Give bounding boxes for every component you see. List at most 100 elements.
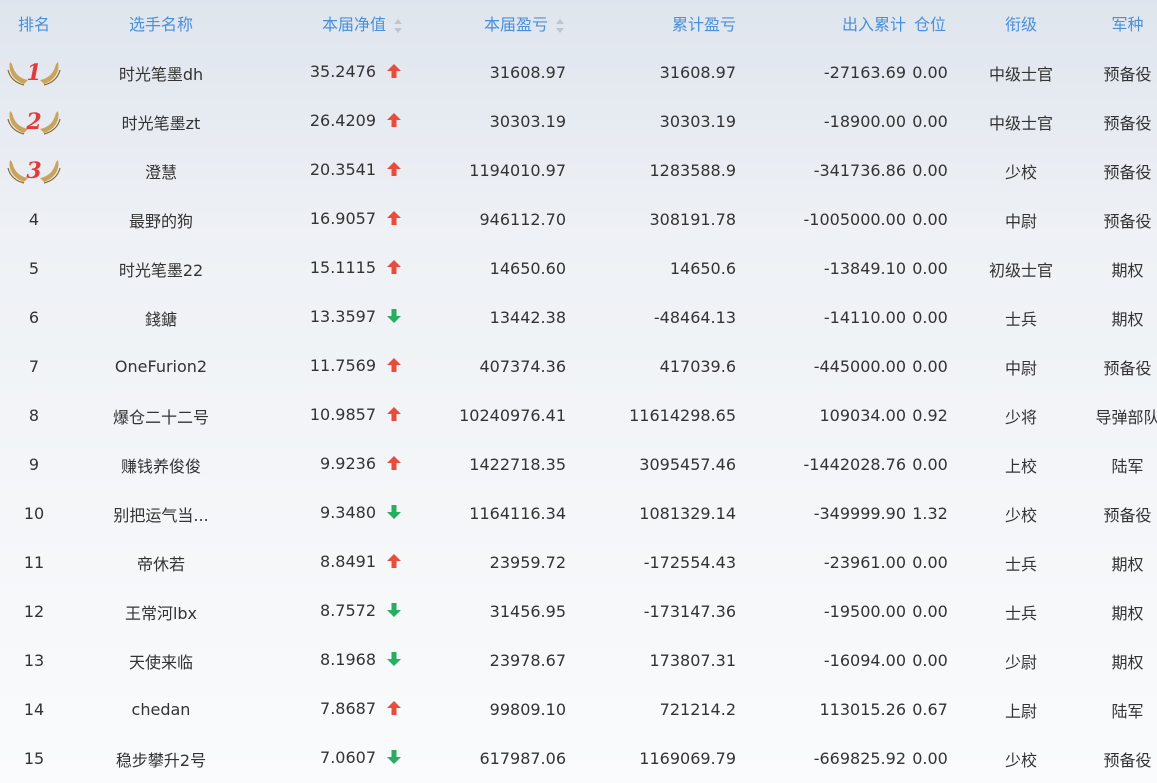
table-row[interactable]: 7 OneFurion2 11.7569 407374.36 417039.6 -4450… [0,342,1157,391]
arrow-down-icon [386,504,402,524]
rank-cell: 10 [23,504,45,523]
player-name[interactable]: chedan [68,685,254,734]
table-row[interactable]: 1 时光笔墨dh 35.2476 31608.97 31608.97 -27163.69 0… [0,46,1157,97]
nav-cell: 8.7572 [254,587,414,636]
table-header-row: 排名 选手名称 本届净值 本届盈亏 累计盈亏 出入累计 仓位 衔级 军种 [0,0,1157,46]
arrow-down-icon [386,308,402,328]
cumulative-pnl-cell: -48464.13 [653,308,736,327]
cumulative-pnl-cell: 14650.6 [669,259,736,278]
player-name[interactable]: 最野的狗 [68,195,254,244]
pnl-cell: 1194010.97 [469,161,566,180]
arrow-up-icon [386,259,402,279]
player-name[interactable]: 帝休若 [68,538,254,587]
position-cell: 0.00 [912,602,948,621]
table-row[interactable]: 12 王常河lbx 8.7572 31456.95 -173147.36 -19500.0… [0,587,1157,636]
table-row[interactable]: 6 錢鎕 13.3597 13442.38 -48464.13 -14110.00 0.00… [0,293,1157,342]
pnl-cell: 31456.95 [489,602,566,621]
nav-value: 8.1968 [320,650,376,669]
nav-cell: 35.2476 [254,46,414,97]
table-row[interactable]: 11 帝休若 8.8491 23959.72 -172554.43 -23961.00 0.… [0,538,1157,587]
rank-cell: 12 [23,602,45,621]
nav-cell: 16.9057 [254,195,414,244]
flow-cell: 109034.00 [819,406,906,425]
player-name[interactable]: 赚钱养俊俊 [68,440,254,489]
nav-cell: 11.7569 [254,342,414,391]
rank-cell: 6 [28,308,40,327]
pnl-cell: 14650.60 [489,259,566,278]
arrow-up-icon [386,161,402,181]
nav-value: 7.0607 [320,748,376,767]
arrow-up-icon [386,357,402,377]
arrow-down-icon [386,749,402,769]
sort-caret-icon[interactable] [554,18,566,34]
table-row[interactable]: 13 天使来临 8.1968 23978.67 173807.31 -16094.00 0.… [0,636,1157,685]
flow-cell: -669825.92 [813,749,906,768]
table-row[interactable]: 3 澄慧 20.3541 1194010.97 1283588.9 -341736.86 0… [0,146,1157,195]
rank-level-cell: 中级士官 [988,113,1053,133]
player-name[interactable]: 别把运气当... [68,489,254,538]
arm-cell: 预备役 [1103,505,1152,525]
arrow-down-icon [386,602,402,622]
table-row[interactable]: 15 稳步攀升2号 7.0607 617987.06 1169069.79 -669825… [0,734,1157,783]
pnl-cell: 946112.70 [479,210,566,229]
col-header-nav-label: 本届净值 [321,15,386,34]
pnl-cell: 617987.06 [479,749,566,768]
sort-caret-icon[interactable] [392,18,404,34]
arm-cell: 期权 [1111,603,1144,623]
cumulative-pnl-cell: 3095457.46 [639,455,736,474]
flow-cell: -445000.00 [813,357,906,376]
table-row[interactable]: 9 赚钱养俊俊 9.9236 1422718.35 3095457.46 -1442028… [0,440,1157,489]
rank-cell: 15 [23,749,45,768]
nav-cell: 10.9857 [254,391,414,440]
flow-cell: -23961.00 [823,553,906,572]
nav-value: 9.3480 [320,503,376,522]
position-cell: 0.00 [912,112,948,131]
rank-level-cell: 中级士官 [988,64,1053,84]
rank-number: 1 [26,59,42,86]
col-header-pnl[interactable]: 本届盈亏 [414,0,576,46]
leaderboard-table: 排名 选手名称 本届净值 本届盈亏 累计盈亏 出入累计 仓位 衔级 军种 1 时光… [0,0,1157,783]
player-name[interactable]: 时光笔墨dh [68,46,254,97]
table-row[interactable]: 5 时光笔墨22 15.1115 14650.60 14650.6 -13849.10 0.… [0,244,1157,293]
nav-value: 8.7572 [320,601,376,620]
table-row[interactable]: 4 最野的狗 16.9057 946112.70 308191.78 -1005000.0… [0,195,1157,244]
player-name[interactable]: 王常河lbx [68,587,254,636]
table-row[interactable]: 2 时光笔墨zt 26.4209 30303.19 30303.19 -18900.00 0… [0,97,1157,146]
pnl-cell: 99809.10 [489,700,566,719]
table-row[interactable]: 14 chedan 7.8687 99809.10 721214.2 113015.26 0… [0,685,1157,734]
table-row[interactable]: 8 爆仓二十二号 10.9857 10240976.41 11614298.65 1090… [0,391,1157,440]
rank-number: 3 [26,157,42,184]
rank-cell: 1 [0,46,68,97]
position-cell: 0.00 [912,553,948,572]
col-header-name: 选手名称 [128,15,193,34]
player-name[interactable]: OneFurion2 [68,342,254,391]
position-cell: 1.32 [912,504,948,523]
rank-cell: 13 [23,651,45,670]
pnl-cell: 13442.38 [489,308,566,327]
player-name[interactable]: 錢鎕 [68,293,254,342]
flow-cell: -14110.00 [823,308,906,327]
nav-value: 35.2476 [309,62,376,81]
cumulative-pnl-cell: 1283588.9 [649,161,736,180]
player-name[interactable]: 天使来临 [68,636,254,685]
rank-cell: 14 [23,700,45,719]
rank-level-cell: 少将 [1004,407,1037,427]
player-name[interactable]: 澄慧 [68,146,254,195]
cumulative-pnl-cell: 308191.78 [649,210,736,229]
arrow-up-icon [386,63,402,83]
nav-value: 26.4209 [309,111,376,130]
player-name[interactable]: 稳步攀升2号 [68,734,254,783]
rank-level-cell: 士兵 [1004,554,1037,574]
cumulative-pnl-cell: 11614298.65 [629,406,736,425]
player-name[interactable]: 爆仓二十二号 [68,391,254,440]
position-cell: 0.67 [912,700,948,719]
col-header-nav[interactable]: 本届净值 [254,0,414,46]
position-cell: 0.00 [912,455,948,474]
flow-cell: -1442028.76 [803,455,906,474]
table-row[interactable]: 10 别把运气当... 9.3480 1164116.34 1081329.14 -349… [0,489,1157,538]
player-name[interactable]: 时光笔墨zt [68,97,254,146]
flow-cell: -16094.00 [823,651,906,670]
player-name[interactable]: 时光笔墨22 [68,244,254,293]
rank-level-cell: 士兵 [1004,309,1037,329]
arrow-up-icon [386,455,402,475]
